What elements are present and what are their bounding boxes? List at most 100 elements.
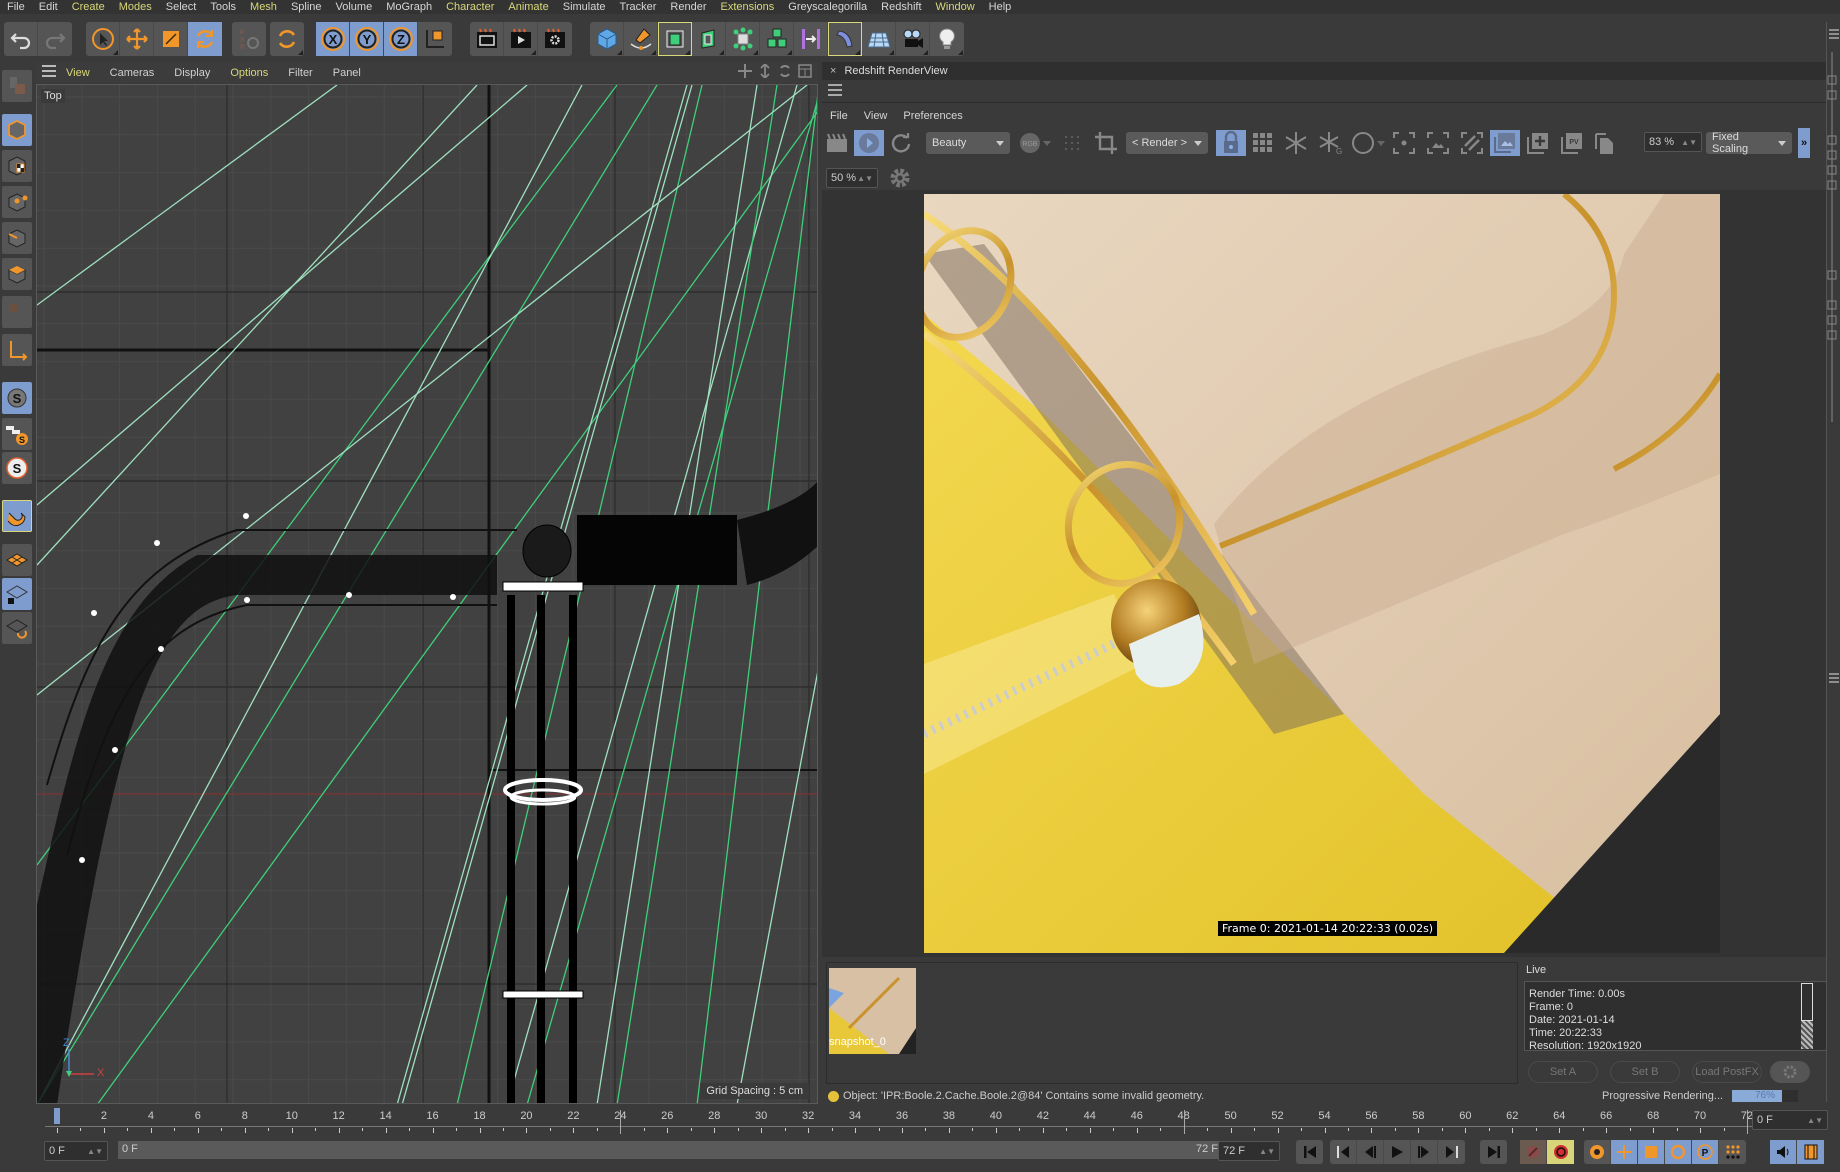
viewport-top[interactable]: Top Z X Grid Spacing : 5 cm [36,84,818,1104]
spline-line[interactable] [37,85,478,566]
viewport-menu-view[interactable]: View [56,67,100,79]
viewport-rotate-icon[interactable] [778,64,792,81]
keyframe-selection-button[interactable] [1584,1140,1611,1164]
move-button[interactable] [120,22,154,56]
autokey-button[interactable] [1547,1140,1574,1164]
viewport-maximize-icon[interactable] [798,64,812,81]
uv-mode-button[interactable] [2,296,32,328]
menu-volume[interactable]: Volume [329,1,380,13]
go-to-start-button[interactable] [1296,1140,1323,1164]
key-pla-button[interactable] [1719,1140,1746,1164]
menu-select[interactable]: Select [159,1,204,13]
magnet-button[interactable] [2,500,32,532]
renderview-hamburger-icon[interactable] [828,84,842,99]
viewport-menu-options[interactable]: Options [220,67,278,79]
renderview-menu-preferences[interactable]: Preferences [895,110,970,122]
current-frame-field[interactable]: 0 F ▲▼ [44,1141,108,1161]
spline-line[interactable] [616,85,778,1104]
circle-dropdown-arrow[interactable] [1376,130,1386,156]
rotate-button[interactable] [188,22,222,56]
render-camera-select[interactable]: < Render > [1126,132,1208,154]
info-scrollbar[interactable] [1801,983,1813,1049]
menu-file[interactable]: File [0,1,32,13]
undo-button[interactable] [4,22,38,56]
live-selection-button[interactable] [86,22,120,56]
refresh-button[interactable] [888,130,914,156]
start-ipr-button[interactable] [854,130,884,156]
menu-spline[interactable]: Spline [284,1,329,13]
light-button[interactable] [930,22,964,56]
render-view-button[interactable] [470,22,504,56]
go-to-end-button[interactable] [1480,1140,1507,1164]
playhead[interactable] [54,1108,60,1124]
prev-frame-button[interactable] [1357,1140,1384,1164]
make-editable-button[interactable] [2,70,32,102]
focus-button[interactable] [1390,130,1418,156]
menu-simulate[interactable]: Simulate [556,1,613,13]
spline-line[interactable] [37,85,528,506]
viewport-menu-icon[interactable] [42,65,56,80]
picture-viewer-button[interactable]: PV [1558,130,1586,156]
axis-mode-button[interactable] [2,334,32,366]
y-axis-button[interactable]: Y [350,22,384,56]
pen-button[interactable] [624,22,658,56]
circle-button[interactable] [1350,130,1376,156]
scale-button[interactable] [154,22,188,56]
zoom-field[interactable]: 83 % ▲▼ [1644,132,1702,152]
align-workplane-button[interactable] [2,612,32,644]
lock-button[interactable] [1216,130,1246,156]
texture-mode-button[interactable] [2,150,32,182]
viewport-canvas[interactable] [37,85,818,1104]
menu-extensions[interactable]: Extensions [713,1,781,13]
menu-character[interactable]: Character [439,1,501,13]
sub-zoom-field[interactable]: 50 % ▲▼ [826,168,878,188]
cube-button[interactable] [590,22,624,56]
workplane-snap-button[interactable]: S [2,452,32,484]
show-image-button[interactable] [1490,130,1520,156]
render-clapper-button[interactable] [824,130,850,156]
load-postfx-button[interactable]: Load PostFX [1692,1061,1762,1083]
array-button[interactable] [760,22,794,56]
render-settings-button[interactable] [538,22,572,56]
cloner-button[interactable] [726,22,760,56]
snap-button[interactable]: S [2,382,32,414]
key-rotation-button[interactable] [1665,1140,1692,1164]
render-to-picture-viewer-button[interactable] [504,22,538,56]
viewport-menu-panel[interactable]: Panel [323,67,371,79]
polygons-mode-button[interactable] [2,258,32,290]
copy-button[interactable] [1590,130,1618,156]
rgb-channel-button[interactable]: RGB [1018,130,1042,156]
freeze-geometry-button[interactable]: G [1316,130,1344,156]
ring-object[interactable] [502,990,584,999]
menu-window[interactable]: Window [929,1,982,13]
key-parameter-button[interactable]: P [1692,1140,1719,1164]
points-mode-button[interactable] [2,186,32,218]
snap-settings-button[interactable]: S [2,418,32,450]
fit-image-button[interactable] [1424,130,1452,156]
viewport-menu-filter[interactable]: Filter [278,67,322,79]
recent-tool-button[interactable] [270,22,304,56]
menu-render[interactable]: Render [663,1,713,13]
renderview-settings-button[interactable] [888,166,912,193]
floor-button[interactable] [862,22,896,56]
next-key-button[interactable] [1438,1140,1465,1164]
timeline-window-button[interactable] [1797,1140,1824,1164]
render-image[interactable] [924,194,1720,953]
menu-help[interactable]: Help [982,1,1019,13]
renderview-menu-file[interactable]: File [822,110,856,122]
coordinate-system-button[interactable] [418,22,452,56]
locked-workplane-button[interactable] [2,578,32,610]
set-a-button[interactable]: Set A [1528,1061,1598,1083]
renderview-menu-view[interactable]: View [856,110,896,122]
toolbar-overflow-button[interactable]: » [1798,128,1810,158]
menu-redshift[interactable]: Redshift [874,1,928,13]
menu-mograph[interactable]: MoGraph [379,1,439,13]
set-b-button[interactable]: Set B [1610,1061,1680,1083]
renderview-close-button[interactable]: × [822,65,844,77]
prev-key-button[interactable] [1330,1140,1357,1164]
aov-select[interactable]: Beauty [926,132,1010,154]
z-axis-button[interactable]: Z [384,22,418,56]
x-axis-button[interactable]: X [316,22,350,56]
key-position-button[interactable] [1611,1140,1638,1164]
menu-animate[interactable]: Animate [501,1,555,13]
